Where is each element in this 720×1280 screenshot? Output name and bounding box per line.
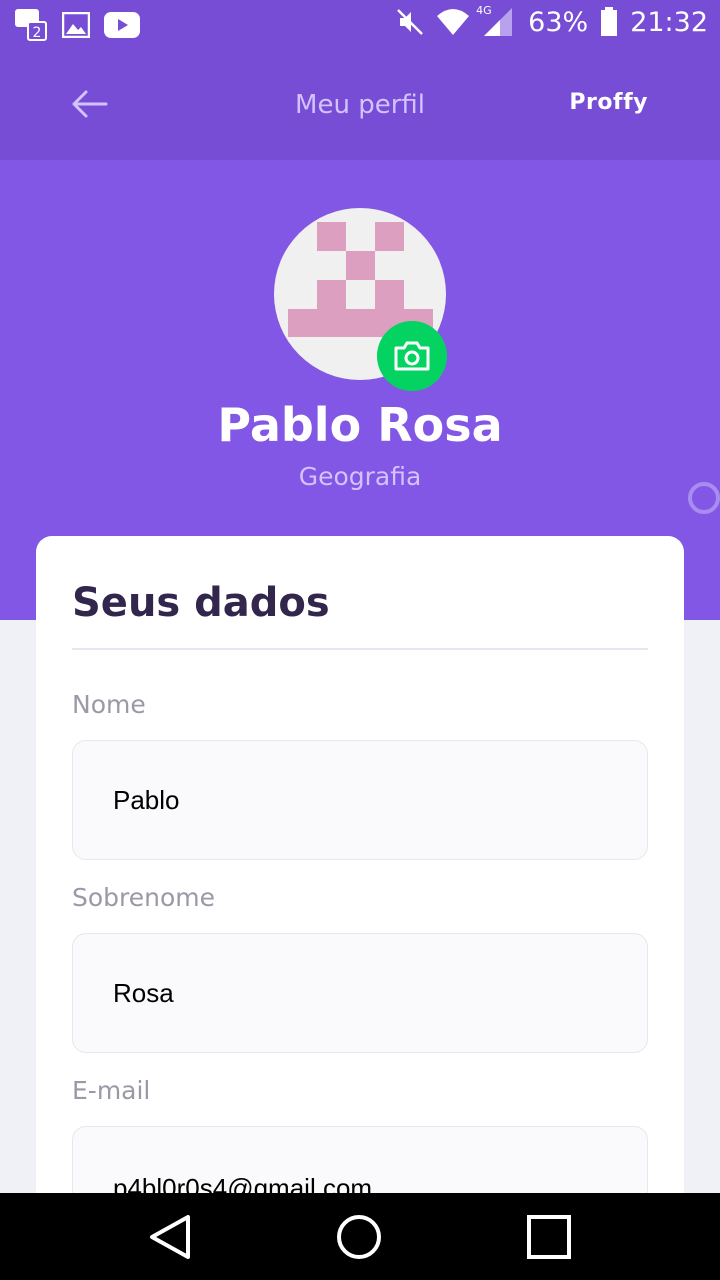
first-name-value: Pablo	[113, 784, 180, 815]
camera-icon	[394, 341, 430, 371]
status-bar-left-icons: 2	[14, 8, 140, 42]
nav-back-button[interactable]	[144, 1211, 196, 1263]
avatar-container	[274, 208, 447, 391]
last-name-input[interactable]: Rosa	[72, 933, 648, 1053]
chat-notification-icon: 2	[14, 8, 48, 42]
triangle-back-icon	[150, 1215, 190, 1259]
status-bar: 2 4G 63% 21:32	[0, 0, 720, 52]
first-name-label: Nome	[72, 690, 146, 719]
wifi-icon	[436, 8, 470, 36]
section-title: Seus dados	[72, 580, 330, 626]
section-divider	[72, 648, 648, 650]
square-recents-icon	[527, 1215, 571, 1259]
network-type-label: 4G	[476, 4, 492, 17]
circle-home-icon	[337, 1215, 381, 1259]
clock: 21:32	[630, 6, 708, 38]
profile-subject: Geografia	[298, 462, 422, 491]
battery-percentage: 63%	[528, 6, 589, 38]
change-photo-button[interactable]	[377, 321, 447, 391]
system-navigation-bar	[0, 1193, 720, 1280]
youtube-icon	[104, 12, 140, 38]
chat-badge-count: 2	[33, 25, 42, 41]
profile-form-card: Seus dados Nome Pablo Sobrenome Rosa E-m…	[36, 536, 684, 1280]
first-name-input[interactable]: Pablo	[72, 740, 648, 860]
nav-recents-button[interactable]	[523, 1211, 575, 1263]
status-bar-right: 4G 63% 21:32	[396, 4, 708, 38]
app-header: Meu perfil Proffy	[0, 52, 720, 160]
last-name-label: Sobrenome	[72, 883, 216, 912]
scroll-indicator	[688, 482, 720, 514]
nav-home-button[interactable]	[333, 1211, 385, 1263]
email-label: E-mail	[72, 1076, 151, 1105]
mute-icon	[396, 8, 424, 36]
brand-logo: Proffy	[569, 90, 648, 115]
cellular-signal-icon: 4G	[476, 4, 516, 38]
gallery-icon	[62, 12, 90, 38]
last-name-value: Rosa	[113, 977, 174, 1008]
battery-icon	[600, 7, 618, 37]
profile-name: Pablo Rosa	[217, 398, 503, 452]
